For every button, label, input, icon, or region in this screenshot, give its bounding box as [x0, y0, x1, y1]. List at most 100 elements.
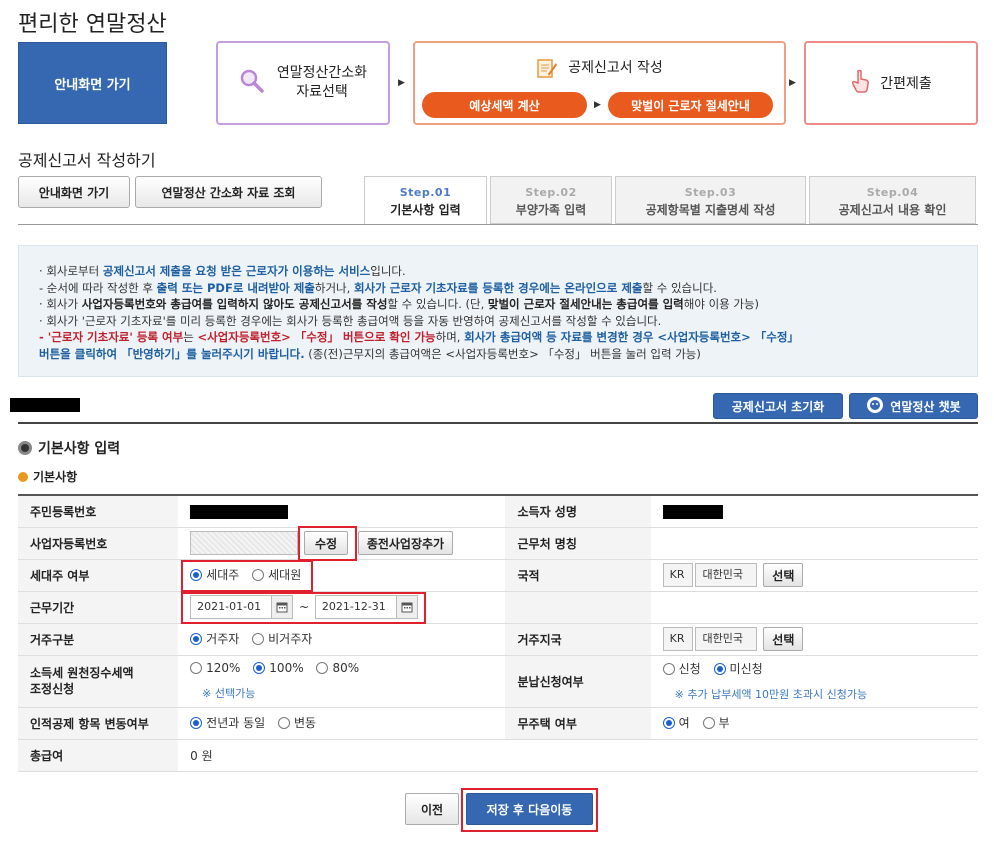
add-previous-workplace-button[interactable]: 종전사업장추가 — [357, 531, 454, 555]
notice-line: · 회사로부터 공제신고서 제출을 요청 받은 근로자가 이용하는 서비스입니다… — [39, 264, 406, 278]
flow-step-simplified-label: 연말정산간소화 자료선택 — [276, 65, 368, 100]
no-house-no-radio[interactable]: 부 — [702, 714, 730, 731]
table-row: 거주구분 거주자 비거주자 거주지국 KR 대한민국 선택 — [18, 622, 978, 656]
guide-screen-small-button[interactable]: 안내화면 가기 — [18, 176, 130, 208]
divider — [18, 422, 978, 424]
form-subheading-label: 기본사항 — [33, 470, 78, 484]
changed-radio[interactable]: 변동 — [278, 714, 316, 731]
region-select-button[interactable]: 선택 — [763, 627, 804, 651]
installment-options: 신청 미신청 ※ 추가 납부세액 10만원 초과시 신청가능 — [650, 654, 978, 708]
highlight-box — [181, 592, 426, 624]
bizno-label: 사업자등록번호 — [18, 526, 179, 560]
withhold-100-radio[interactable]: 100% — [253, 661, 304, 675]
page-title: 편리한 연말정산 — [18, 12, 167, 37]
tab-step-label: 공제항목별 지출명세 작성 — [645, 203, 776, 217]
section-title: 공제신고서 작성하기 — [18, 151, 156, 170]
form-edit-icon — [536, 57, 558, 83]
estimated-tax-button[interactable]: 예상세액 계산 — [422, 92, 587, 118]
installment-apply-radio[interactable]: 신청 — [662, 660, 701, 677]
highlight-box — [298, 526, 357, 561]
same-as-last-year-radio[interactable]: 전년과 동일 — [190, 714, 265, 731]
rrn-label: 주민등록번호 — [18, 494, 179, 528]
tab-step-03[interactable]: Step.03 공제항목별 지출명세 작성 — [615, 176, 806, 224]
radio-label: 거주자 — [206, 632, 240, 647]
tab-step-number: Step.02 — [525, 186, 577, 199]
empty-cell — [650, 590, 978, 624]
radio-label: 미신청 — [729, 662, 763, 677]
tab-step-number: Step.04 — [866, 186, 919, 199]
flow-step-simplified-data[interactable]: 연말정산간소화 자료선택 — [216, 41, 390, 125]
radio-label: 100% — [269, 661, 304, 675]
form-subheading: 기본사항 — [18, 468, 77, 485]
chatbot-label: 연말정산 챗봇 — [890, 399, 961, 414]
workplace-value — [650, 526, 978, 560]
highlight-box — [181, 560, 313, 592]
arrow-right-icon: ▶ — [594, 100, 601, 110]
tab-step-label: 공제신고서 내용 확인 — [838, 203, 947, 217]
workplace-label: 근무처 명칭 — [505, 526, 651, 560]
resident-radio[interactable]: 거주자 — [190, 630, 239, 647]
tab-step-01[interactable]: Step.01 기본사항 입력 — [364, 176, 487, 225]
no-house-options: 여 부 — [650, 706, 978, 740]
region-label: 거주지국 — [505, 622, 651, 656]
tab-step-04[interactable]: Step.04 공제신고서 내용 확인 — [809, 176, 976, 224]
radio-unchecked-icon — [662, 662, 675, 675]
nationality-select-button[interactable]: 선택 — [763, 563, 804, 587]
radio-label: 비거주자 — [268, 632, 313, 647]
save-and-next-button[interactable]: 저장 후 다음이동 — [466, 793, 593, 825]
table-row: 근무기간 2021-01-01 ~ 2021-12-31 — [18, 590, 978, 624]
chatbot-button[interactable]: 연말정산 챗봇 — [849, 393, 978, 419]
withhold-options: 120% 100% 80% ※ 선택가능 — [178, 654, 506, 708]
flow-step-easy-submit[interactable]: 간편제출 — [804, 41, 978, 125]
guide-screen-button[interactable]: 안내화면 가기 — [18, 42, 167, 124]
householder-label: 세대주 여부 — [18, 558, 179, 592]
personal-deduction-options: 전년과 동일 변동 — [178, 706, 506, 740]
hand-pointer-icon — [850, 69, 872, 97]
previous-button[interactable]: 이전 — [405, 793, 459, 825]
radio-label: 여 — [678, 716, 690, 731]
no-house-yes-radio[interactable]: 여 — [662, 714, 690, 731]
tab-step-02[interactable]: Step.02 부양가족 입력 — [490, 176, 612, 224]
radio-checked-icon — [713, 662, 726, 675]
redacted-text — [190, 504, 289, 519]
reset-form-button[interactable]: 공제신고서 초기화 — [713, 393, 843, 419]
radio-checked-icon — [190, 632, 203, 645]
notice-line: - 순서에 따라 작성한 후 출력 또는 PDF로 내려받아 제출하거나, 회사… — [39, 280, 717, 295]
withhold-note: ※ 선택가능 — [202, 687, 256, 700]
redacted-text — [662, 504, 723, 519]
table-row: 주민등록번호 소득자 성명 — [18, 494, 978, 528]
empty-cell — [650, 738, 978, 772]
dual-income-tip-button[interactable]: 맞벌이 근로자 절세안내 — [608, 92, 773, 118]
table-row: 소득세 원천징수세액 조정신청 120% 100% 80% ※ 선택가능 분납신… — [18, 654, 978, 708]
arrow-right-icon: ▶ — [789, 78, 796, 88]
simplified-data-lookup-button[interactable]: 연말정산 간소화 자료 조회 — [135, 176, 322, 208]
chatbot-icon — [866, 396, 884, 417]
notice-line: - '근로자 기초자료' 등록 여부는 <사업자등록번호> 「수정」 버튼으로 … — [39, 330, 799, 344]
tab-divider — [18, 224, 978, 225]
period-label: 근무기간 — [18, 590, 179, 624]
bizno-input[interactable] — [190, 531, 299, 555]
region-name-field: 대한민국 — [695, 627, 758, 651]
notice-line: · 회사가 '근로자 기초자료'를 미리 등록한 경우에는 회사가 등록한 총급… — [39, 313, 662, 328]
personal-deduction-label: 인적공제 항목 변동여부 — [18, 706, 179, 740]
table-row: 사업자등록번호 수정 종전사업장추가 근무처 명칭 — [18, 526, 978, 560]
withhold-80-radio[interactable]: 80% — [316, 661, 359, 675]
installment-none-radio[interactable]: 미신청 — [713, 660, 763, 677]
residence-options: 거주자 비거주자 — [178, 622, 506, 656]
radio-unchecked-icon — [278, 716, 290, 729]
table-row: 인적공제 항목 변동여부 전년과 동일 변동 무주택 여부 여 부 — [18, 706, 978, 740]
nonresident-radio[interactable]: 비거주자 — [252, 630, 312, 647]
notice-line: · 회사가 사업자등록번호와 총급여를 입력하지 않아도 공제신고서를 작성할 … — [39, 297, 760, 311]
notice-box: · 회사로부터 공제신고서 제출을 요청 받은 근로자가 이용하는 서비스입니다… — [18, 245, 978, 377]
arrow-right-icon: ▶ — [398, 78, 405, 88]
radio-checked-icon — [190, 716, 203, 729]
rrn-value — [178, 494, 506, 528]
magnifier-icon — [239, 68, 265, 98]
empty-cell — [505, 590, 651, 624]
basic-info-table: 주민등록번호 소득자 성명 사업자등록번호 수정 종전사업장추가 근무처 명칭 … — [18, 494, 978, 772]
total-salary-label: 총급여 — [18, 738, 179, 772]
nationality-code-field: KR — [662, 563, 693, 587]
withhold-120-radio[interactable]: 120% — [190, 661, 240, 675]
installment-label: 분납신청여부 — [505, 654, 651, 708]
radio-label: 변동 — [294, 716, 317, 731]
